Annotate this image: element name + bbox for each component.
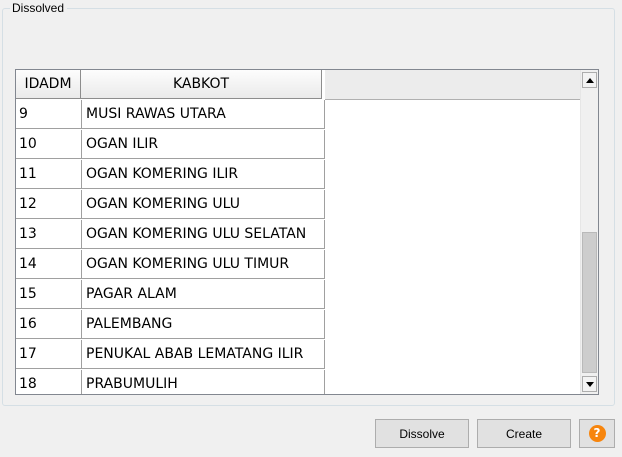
dissolve-button[interactable]: Dissolve [375,419,469,448]
table-row[interactable]: 14 OGAN KOMERING ULU TIMUR [16,250,325,280]
chevron-up-icon [585,77,594,83]
cell-kabkot[interactable]: OGAN KOMERING ULU SELATAN [82,220,325,249]
cell-idadm[interactable]: 16 [16,310,82,339]
vertical-scrollbar[interactable] [580,70,598,394]
cell-kabkot[interactable]: PALEMBANG [82,310,325,339]
table-row[interactable]: 11 OGAN KOMERING ILIR [16,160,325,190]
table-row[interactable]: 16 PALEMBANG [16,310,325,340]
cell-idadm[interactable]: 14 [16,250,82,279]
cell-kabkot[interactable]: PAGAR ALAM [82,280,325,309]
table-row[interactable]: 17 PENUKAL ABAB LEMATANG ILIR [16,340,325,370]
cell-idadm[interactable]: 18 [16,370,82,394]
scrollbar-thumb[interactable] [582,232,597,373]
table-row[interactable]: 13 OGAN KOMERING ULU SELATAN [16,220,325,250]
cell-kabkot[interactable]: OGAN ILIR [82,130,325,159]
scroll-down-button[interactable] [582,376,597,392]
column-header-idadm[interactable]: IDADM [16,70,81,99]
cell-kabkot[interactable]: MUSI RAWAS UTARA [82,100,325,129]
cell-kabkot[interactable]: OGAN KOMERING ILIR [82,160,325,189]
table-row[interactable]: 15 PAGAR ALAM [16,280,325,310]
cell-idadm[interactable]: 12 [16,190,82,219]
table-body: 9 MUSI RAWAS UTARA 10 OGAN ILIR 11 OGAN … [16,100,325,394]
chevron-down-icon [585,381,594,387]
table-row[interactable]: 12 OGAN KOMERING ULU [16,190,325,220]
column-header-kabkot[interactable]: KABKOT [81,70,322,99]
cell-idadm[interactable]: 15 [16,280,82,309]
help-button[interactable]: ? [579,419,615,448]
group-title: Dissolved [10,1,68,15]
cell-idadm[interactable]: 13 [16,220,82,249]
cell-idadm[interactable]: 10 [16,130,82,159]
cell-kabkot[interactable]: OGAN KOMERING ULU [82,190,325,219]
cell-kabkot[interactable]: PRABUMULIH [82,370,325,394]
table-header: IDADM KABKOT [16,70,322,100]
help-icon: ? [588,425,606,442]
cell-idadm[interactable]: 9 [16,100,82,129]
cell-kabkot[interactable]: OGAN KOMERING ULU TIMUR [82,250,325,279]
attribute-table[interactable]: IDADM KABKOT 9 MUSI RAWAS UTARA 10 OGAN … [15,69,599,395]
table-row[interactable]: 10 OGAN ILIR [16,130,325,160]
cell-idadm[interactable]: 17 [16,340,82,369]
cell-idadm[interactable]: 11 [16,160,82,189]
table-row[interactable]: 9 MUSI RAWAS UTARA [16,100,325,130]
scroll-up-button[interactable] [582,72,597,88]
cell-kabkot[interactable]: PENUKAL ABAB LEMATANG ILIR [82,340,325,369]
header-empty-area [325,70,583,100]
create-button[interactable]: Create [477,419,571,448]
table-row[interactable]: 18 PRABUMULIH [16,370,325,394]
